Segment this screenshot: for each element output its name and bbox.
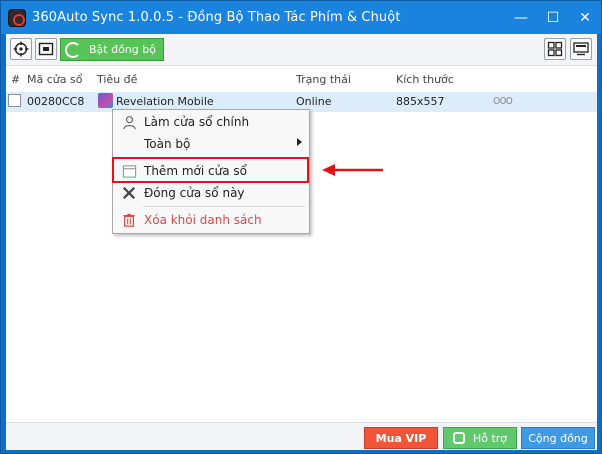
- menu-item-close-window[interactable]: Đóng cửa sổ này: [115, 182, 308, 204]
- header-index: #: [11, 73, 21, 86]
- menu-item-label: Xóa khỏi danh sách: [144, 213, 262, 227]
- row-size: 885x557: [396, 95, 445, 108]
- grid-layout-icon: [547, 41, 563, 57]
- title-bar[interactable]: 360Auto Sync 1.0.0.5 - Đồng Bộ Thao Tác …: [1, 1, 601, 34]
- grid-layout-button[interactable]: [544, 38, 566, 60]
- menu-item-label: Đóng cửa sổ này: [144, 186, 245, 200]
- monitor-layout-button[interactable]: [570, 38, 592, 60]
- menu-item-all[interactable]: Toàn bộ: [115, 133, 308, 155]
- game-app-icon: [98, 93, 113, 108]
- window-capture-icon: [38, 42, 54, 56]
- crosshair-target-button[interactable]: [10, 38, 32, 60]
- enable-sync-button[interactable]: Bật đồng bộ: [60, 38, 164, 61]
- close-button[interactable]: ✕: [569, 1, 601, 34]
- window-title: 360Auto Sync 1.0.0.5 - Đồng Bộ Thao Tác …: [32, 10, 401, 25]
- monitor-layout-icon: [573, 42, 589, 56]
- highlight-box: [112, 157, 309, 183]
- toolbar: Bật đồng bộ: [6, 34, 597, 66]
- row-title: Revelation Mobile: [116, 95, 214, 108]
- enable-sync-label: Bật đồng bộ: [89, 43, 156, 56]
- support-label: Hỗ trợ: [472, 431, 508, 445]
- submenu-arrow-icon: [297, 138, 302, 146]
- community-button[interactable]: Cộng đồng: [521, 427, 595, 449]
- menu-divider: [143, 206, 305, 207]
- row-checkbox[interactable]: [8, 94, 21, 107]
- buy-vip-button[interactable]: Mua VIP: [364, 427, 438, 449]
- menu-item-set-main-window[interactable]: Làm cửa sổ chính: [115, 111, 308, 133]
- person-icon: [121, 114, 137, 130]
- sync-refresh-icon: [65, 41, 81, 58]
- more-options-icon[interactable]: ooo: [493, 93, 513, 107]
- row-window-code: 00280CC8: [27, 95, 85, 108]
- close-x-icon: [121, 185, 137, 201]
- support-button[interactable]: Hỗ trợ: [443, 427, 517, 449]
- phone-support-icon: [452, 432, 465, 444]
- window-capture-button[interactable]: [35, 38, 57, 60]
- row-status: Online: [296, 95, 332, 108]
- maximize-button[interactable]: ☐: [537, 1, 569, 34]
- app-logo-icon: [8, 8, 26, 27]
- header-title[interactable]: Tiêu đề: [97, 73, 137, 86]
- minimize-button[interactable]: —: [505, 1, 537, 34]
- header-status[interactable]: Trạng thái: [296, 73, 351, 86]
- header-window-code[interactable]: Mã cửa sổ: [27, 73, 82, 86]
- client-area: Bật đồng bộ # Mã cửa sổ Tiêu đề Trạng th…: [6, 34, 597, 450]
- footer-bar: Mua VIP Hỗ trợ Cộng đồng: [6, 422, 597, 450]
- header-size[interactable]: Kích thước: [396, 73, 454, 86]
- menu-item-remove-from-list[interactable]: Xóa khỏi danh sách: [115, 209, 308, 231]
- window-controls: — ☐ ✕: [505, 1, 601, 34]
- crosshair-target-icon: [13, 41, 29, 57]
- table-header: # Mã cửa sổ Tiêu đề Trạng thái Kích thướ…: [6, 70, 597, 90]
- trash-icon: [121, 212, 137, 228]
- menu-item-label: Làm cửa sổ chính: [144, 115, 250, 129]
- menu-item-label: Toàn bộ: [144, 137, 191, 151]
- red-pointer-arrow-icon: [322, 164, 383, 176]
